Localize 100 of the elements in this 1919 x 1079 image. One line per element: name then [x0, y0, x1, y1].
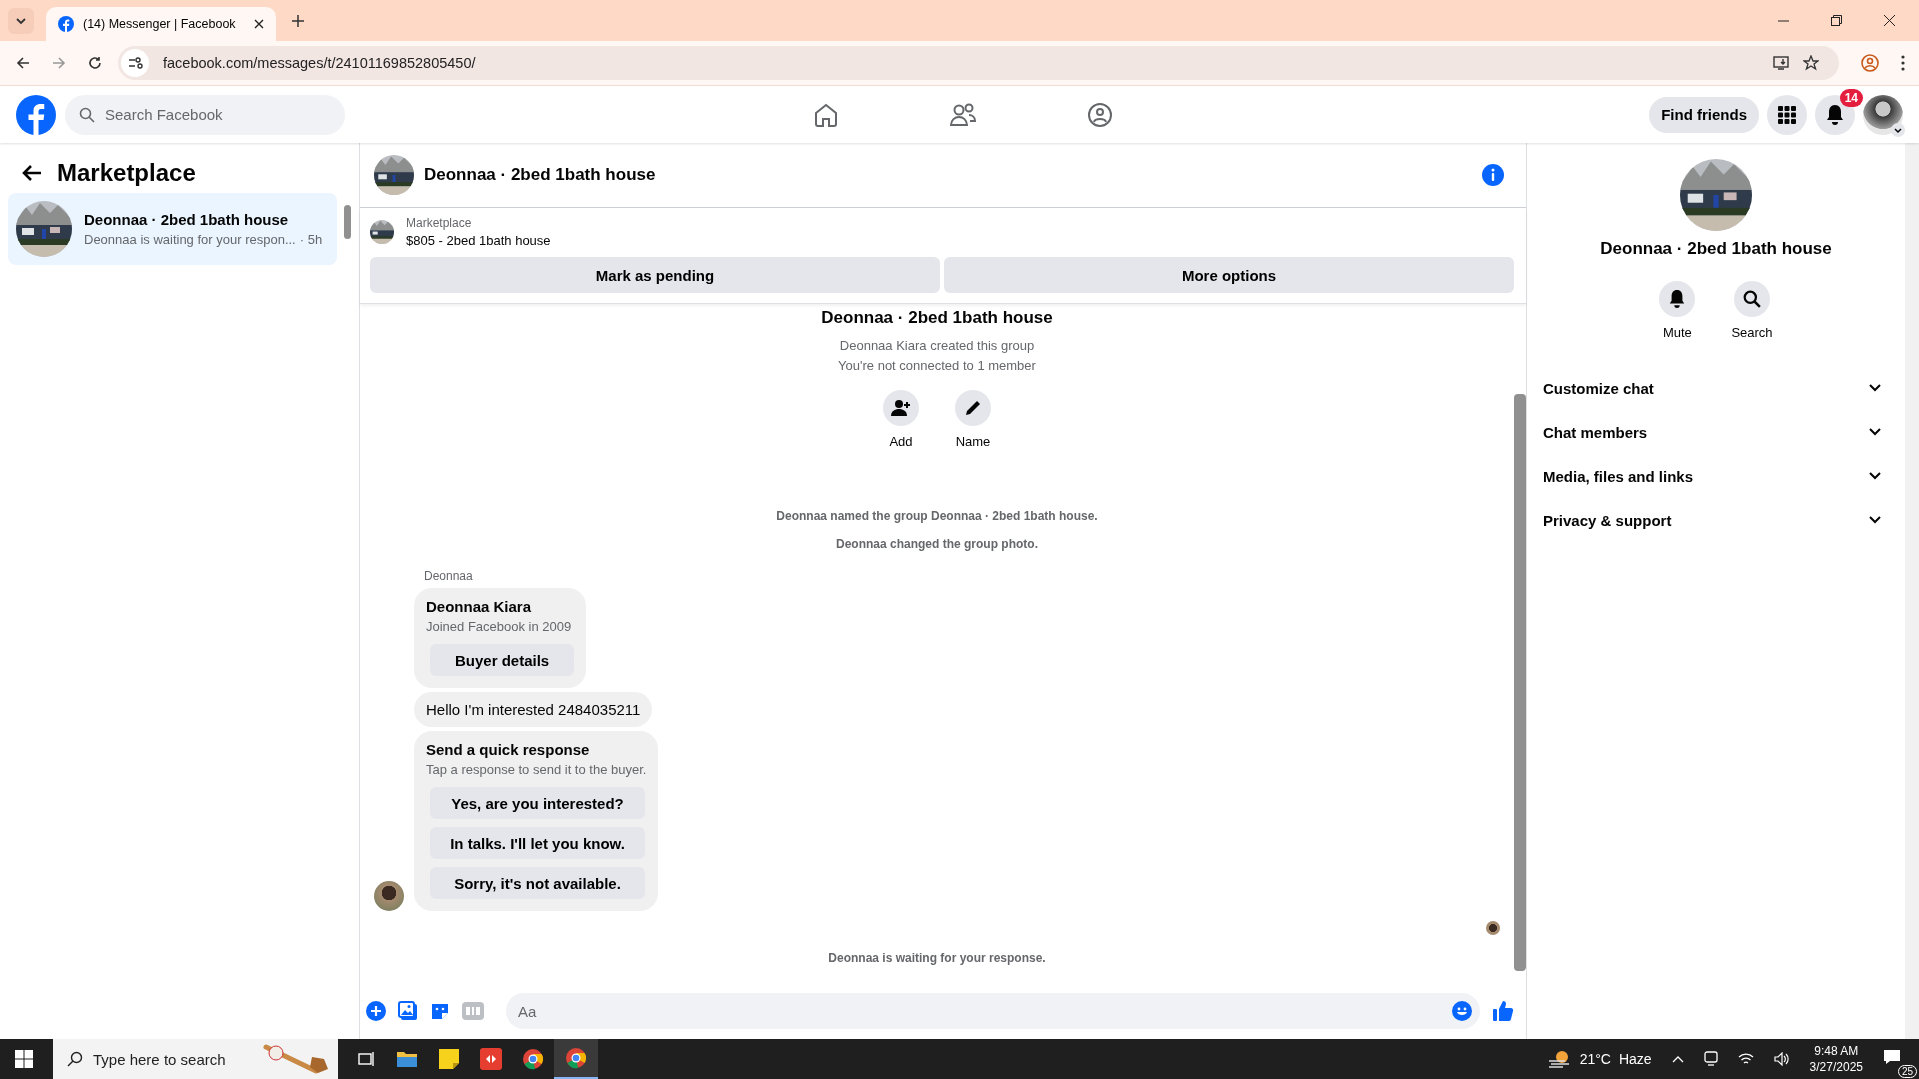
- folder-icon[interactable]: [396, 1050, 418, 1068]
- search-icon: [67, 1051, 83, 1067]
- buyer-details-button[interactable]: Buyer details: [430, 644, 575, 676]
- listing-title[interactable]: $805 - 2bed 1bath house: [406, 233, 551, 248]
- listing-action-button[interactable]: Mark as pending: [370, 257, 940, 293]
- friends-icon[interactable]: [949, 101, 977, 128]
- quick-response-button[interactable]: Yes, are you interested?: [430, 787, 645, 819]
- clock-time[interactable]: 9:48 AM: [1814, 1043, 1859, 1059]
- home-icon[interactable]: [813, 101, 839, 128]
- message-field[interactable]: Aa: [506, 993, 1480, 1029]
- close-icon[interactable]: [1884, 15, 1895, 26]
- install-app-icon[interactable]: [1773, 56, 1789, 70]
- clock-date[interactable]: 3/27/2025: [1809, 1059, 1863, 1075]
- sender-avatar[interactable]: [374, 881, 404, 911]
- bell-icon: [1825, 103, 1845, 126]
- grid-icon: [1777, 104, 1797, 125]
- speaker-icon[interactable]: [1773, 1052, 1790, 1066]
- sticky-note-icon[interactable]: [438, 1048, 460, 1070]
- chat-title[interactable]: Deonnaa · 2bed 1bath house: [424, 165, 656, 185]
- listing-action-button[interactable]: More options: [944, 257, 1514, 293]
- search-field[interactable]: Search Facebook: [65, 94, 345, 135]
- tab-list-button[interactable]: [8, 7, 34, 34]
- quick-response-title: Send a quick response: [426, 741, 590, 758]
- sender-name: Deonnaa: [424, 569, 474, 583]
- chevron-down-icon[interactable]: [1891, 122, 1905, 137]
- button-label: Name: [955, 434, 991, 449]
- back-arrow-icon[interactable]: [22, 164, 42, 182]
- restore-icon[interactable]: [1831, 15, 1842, 26]
- chrome-icon[interactable]: [565, 1047, 587, 1069]
- details-section-item[interactable]: Privacy & support: [1543, 498, 1889, 542]
- weather-text[interactable]: Haze: [1618, 1051, 1652, 1067]
- new-tab-icon[interactable]: [292, 14, 304, 27]
- pencil-icon: [964, 399, 982, 417]
- chrome-icon[interactable]: [522, 1048, 544, 1070]
- search-icon: [1743, 290, 1761, 308]
- quick-response-button[interactable]: In talks. I'll let you know.: [430, 827, 645, 859]
- conversation-title: Deonnaa · 2bed 1bath house: [84, 211, 290, 228]
- facebook-logo-icon[interactable]: [16, 94, 56, 135]
- weather-icon[interactable]: [1547, 1049, 1572, 1069]
- sticker-icon[interactable]: [430, 1001, 450, 1021]
- forward-icon[interactable]: [52, 56, 66, 70]
- buyer-joined-text: Joined Facebook in 2009: [426, 619, 572, 634]
- group-info-text: Deonnaa Kiara created this group: [839, 337, 1035, 355]
- buyer-name: Deonnaa Kiara: [426, 598, 532, 615]
- group-event-text: Deonnaa named the group Deonnaa · 2bed 1bath house.: [776, 509, 1098, 523]
- add-person-button[interactable]: [883, 390, 919, 426]
- photo-icon[interactable]: [398, 1001, 418, 1021]
- facebook-logo-icon: [58, 16, 74, 32]
- quick-response-hint: Tap a response to send it to the buyer.: [426, 762, 647, 777]
- site-settings-icon[interactable]: [121, 49, 149, 77]
- button-label: Search: [1731, 325, 1773, 340]
- conversation-preview: Deonnaa is waiting for your respon...: [84, 232, 296, 247]
- edit-name-button[interactable]: [955, 390, 991, 426]
- notification-count: 25: [1897, 1065, 1917, 1078]
- seen-avatar: [1486, 921, 1500, 935]
- mute-button[interactable]: [1659, 281, 1696, 317]
- search-button[interactable]: [1734, 281, 1770, 317]
- temperature-text[interactable]: 21°C: [1579, 1051, 1611, 1067]
- meet-now-icon[interactable]: [1703, 1051, 1718, 1067]
- button-label: Mute: [1662, 325, 1692, 340]
- groups-icon[interactable]: [1087, 101, 1113, 128]
- group-title: Deonnaa · 2bed 1bath house: [821, 308, 1053, 328]
- group-info-text: You're not connected to 1 member: [838, 357, 1036, 375]
- notification-center-icon[interactable]: [1883, 1049, 1901, 1065]
- message-bubble: Hello I'm interested 2484035211: [414, 692, 653, 727]
- address-field[interactable]: facebook.com/messages/t/24101169852805450/: [118, 46, 1839, 80]
- back-icon[interactable]: [16, 56, 30, 70]
- emoji-icon[interactable]: [1452, 1001, 1472, 1021]
- menu-icon[interactable]: [1901, 55, 1905, 71]
- find-friends-button[interactable]: Find friends: [1649, 96, 1759, 133]
- notification-badge: 14: [1839, 88, 1863, 107]
- listing-label: Marketplace: [406, 216, 473, 230]
- profile-icon[interactable]: [1861, 54, 1879, 72]
- plus-icon[interactable]: [366, 1001, 386, 1021]
- windows-start-icon[interactable]: [15, 1050, 33, 1068]
- chevron-up-icon[interactable]: [1671, 1055, 1684, 1063]
- details-section-item[interactable]: Chat members: [1543, 410, 1889, 454]
- group-event-text: Deonnaa changed the group photo.: [836, 537, 1038, 551]
- chat-name: Deonnaa · 2bed 1bath house: [1600, 239, 1832, 259]
- conversation-item[interactable]: Deonnaa · 2bed 1bath house Deonnaa is waiting for your respon... · 5h: [8, 193, 337, 265]
- star-icon[interactable]: [1803, 55, 1819, 71]
- wifi-icon[interactable]: [1737, 1052, 1754, 1066]
- close-icon[interactable]: [254, 19, 264, 29]
- quick-response-button[interactable]: Sorry, it's not available.: [430, 867, 645, 899]
- reload-icon[interactable]: [88, 56, 102, 70]
- waiting-status-text: Deonnaa is waiting for your response.: [828, 951, 1046, 965]
- details-section-item[interactable]: Customize chat: [1543, 366, 1889, 410]
- taskbar-search-field[interactable]: Type here to search: [53, 1039, 338, 1079]
- account-avatar[interactable]: [1863, 94, 1903, 135]
- add-person-icon: [891, 399, 911, 417]
- bell-icon: [1668, 289, 1687, 309]
- conversation-time: · 5h: [299, 232, 323, 247]
- app-icon[interactable]: [480, 1048, 502, 1070]
- menu-button[interactable]: [1767, 94, 1807, 135]
- task-view-icon[interactable]: [358, 1051, 376, 1067]
- info-icon[interactable]: [1482, 164, 1504, 186]
- search-icon: [79, 106, 95, 123]
- browser-tab[interactable]: (14) Messenger | Facebook: [46, 7, 276, 41]
- details-section-item[interactable]: Media, files and links: [1543, 454, 1889, 498]
- thumbs-up-icon[interactable]: [1492, 1000, 1514, 1022]
